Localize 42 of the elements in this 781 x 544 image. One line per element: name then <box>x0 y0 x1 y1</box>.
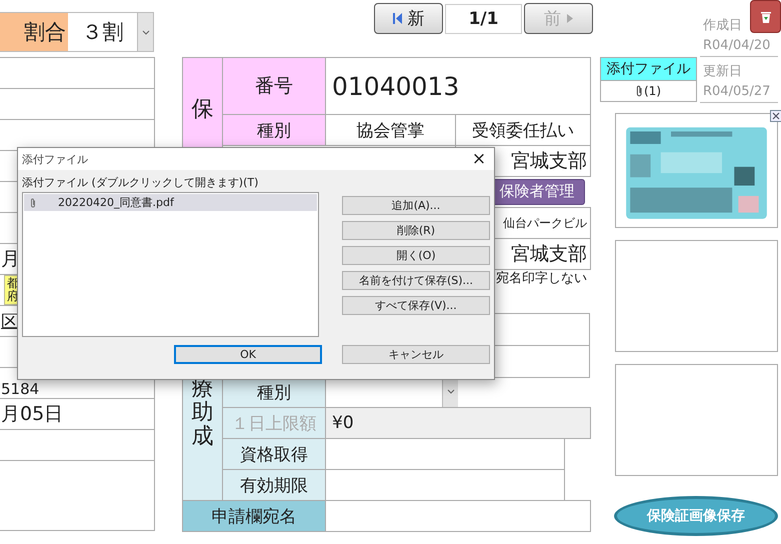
created-date: R04/04/20 <box>700 34 778 57</box>
file-item[interactable]: 20220420_同意書.pdf <box>24 194 317 211</box>
subsidy-field-label: 有効期限 <box>222 469 326 501</box>
number-label: 番号 <box>222 57 326 115</box>
type-label: 種別 <box>222 114 326 146</box>
file-list[interactable]: 20220420_同意書.pdf <box>22 192 319 337</box>
paperclip-icon <box>636 85 643 97</box>
chevron-down-icon <box>446 389 454 394</box>
created-date-label: 作成日 <box>702 16 742 34</box>
dialog-button[interactable]: 削除(R) <box>342 221 490 240</box>
trash-icon <box>760 10 772 23</box>
addressee-field[interactable] <box>325 500 591 532</box>
paperclip-icon <box>30 198 36 208</box>
dialog-title: 添付ファイル <box>22 152 88 166</box>
subsidy-field-label: 資格取得 <box>222 438 326 470</box>
skip-first-icon <box>392 13 402 24</box>
ok-button[interactable]: OK <box>174 345 322 364</box>
updated-date-label: 更新日 <box>702 62 742 80</box>
burden-ratio-label: 割合 <box>0 13 68 51</box>
number-field[interactable]: 01040013 <box>325 57 591 115</box>
dialog-button[interactable]: 名前を付けて保存(S)... <box>342 271 490 290</box>
phone-text: 5184 <box>1 380 40 398</box>
delete-button[interactable] <box>750 0 781 33</box>
dialog-button[interactable]: すべて保存(V)... <box>342 296 490 315</box>
cancel-button[interactable]: キャンセル <box>342 345 490 364</box>
first-record-button[interactable]: 新 <box>374 3 443 34</box>
chevron-down-icon <box>142 30 150 34</box>
play-icon <box>567 14 573 23</box>
updated-date: R04/05/27 <box>700 80 778 103</box>
ward-text: 区 <box>1 310 18 332</box>
date-text: 月05日 <box>1 402 64 427</box>
attachment-label: 添付ファイル <box>601 58 696 80</box>
dialog-button[interactable]: 開く(O) <box>342 246 490 265</box>
no-address-print-label: 宛名印字しない <box>496 270 588 287</box>
addressee-label: 申請欄宛名 <box>182 500 326 532</box>
close-button[interactable]: × <box>464 148 494 170</box>
subsidy-field-label: １日上限額 <box>222 407 326 439</box>
close-icon[interactable] <box>770 110 781 122</box>
month-text: 月 <box>1 247 20 272</box>
dialog-button[interactable]: 追加(A)... <box>342 196 490 215</box>
attachment-field[interactable]: (1) <box>601 80 696 101</box>
record-counter: 1/1 <box>445 4 522 34</box>
